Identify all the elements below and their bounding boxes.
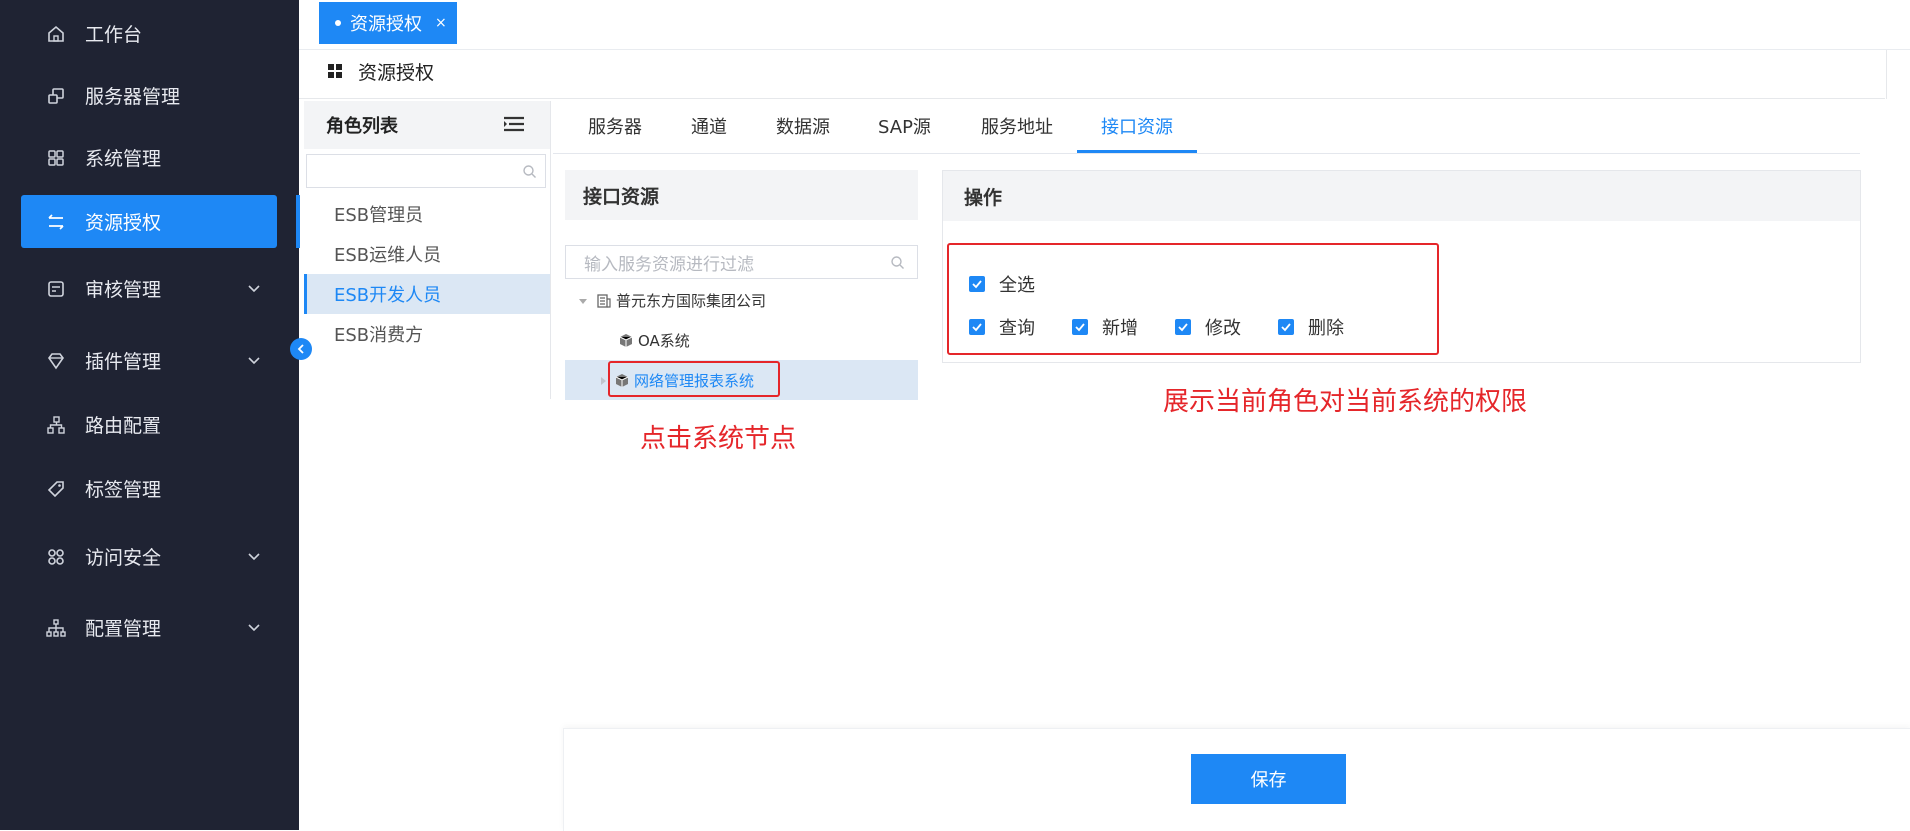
sidebar-item-label: 访问安全: [85, 547, 162, 569]
save-button[interactable]: 保存: [1191, 754, 1346, 804]
panel-title: 接口资源: [583, 185, 660, 208]
sidebar-item-system-management[interactable]: 系统管理: [21, 131, 277, 184]
home-icon: [48, 25, 64, 42]
sidebar-item-label: 审核管理: [85, 279, 162, 301]
chevron-left-icon: [297, 344, 304, 354]
role-label: ESB消费方: [334, 325, 424, 346]
apps-icon: [328, 64, 342, 78]
tab-sap-source[interactable]: SAP源: [878, 101, 931, 151]
role-item[interactable]: ESB运维人员: [304, 234, 550, 274]
search-icon: [523, 165, 536, 178]
chevron-down-icon: [248, 357, 260, 365]
audit-icon: [48, 281, 64, 297]
security-icon: [48, 549, 64, 565]
sidebar-item-label: 资源授权: [85, 212, 162, 234]
tree-node-oa-system[interactable]: OA系统: [618, 330, 690, 351]
tree-node-label: 普元东方国际集团公司: [616, 292, 767, 310]
tab-server[interactable]: 服务器: [588, 101, 642, 151]
sidebar-item-label: 路由配置: [85, 415, 162, 437]
search-icon: [891, 256, 904, 269]
page-title: 资源授权: [358, 61, 435, 84]
tree-node-label: OA系统: [638, 332, 690, 350]
sidebar-item-audit-management[interactable]: 审核管理: [21, 262, 277, 315]
annotation-text: 展示当前角色对当前系统的权限: [1163, 387, 1528, 417]
tab-label: 资源授权: [350, 14, 422, 35]
tag-icon: [47, 481, 64, 498]
active-indicator: [296, 195, 300, 248]
divider: [1886, 50, 1887, 99]
cube-icon: [619, 333, 633, 347]
sidebar-item-label: 工作台: [85, 24, 143, 46]
role-list-panel: 角色列表 ESB管理员 ESB运维人员 ESB开发人员 ESB消费方: [304, 101, 551, 399]
caret-down-icon[interactable]: [578, 296, 588, 306]
chevron-down-icon: [248, 285, 260, 293]
sidebar-item-access-security[interactable]: 访问安全: [21, 530, 277, 583]
sidebar-item-label: 服务器管理: [85, 86, 181, 108]
chevron-down-icon: [248, 553, 260, 561]
building-icon: [597, 293, 611, 308]
role-item[interactable]: ESB管理员: [304, 194, 550, 234]
tab-active-dot: [335, 20, 341, 26]
resource-filter-input[interactable]: 输入服务资源进行过滤: [565, 245, 918, 279]
role-item-selected[interactable]: ESB开发人员: [304, 274, 550, 314]
annotation-highlight-box: [947, 243, 1439, 355]
role-search-input[interactable]: [306, 154, 546, 188]
active-tab-indicator: [1077, 150, 1197, 153]
annotation-highlight-box: [608, 361, 780, 397]
sidebar-item-label: 标签管理: [85, 479, 162, 501]
server-icon: [48, 88, 64, 104]
diamond-icon: [48, 353, 64, 370]
sidebar-item-label: 插件管理: [85, 351, 162, 373]
sidebar-item-config-management[interactable]: 配置管理: [21, 601, 277, 654]
open-tab-resource-authorization[interactable]: 资源授权 ×: [319, 2, 457, 44]
sidebar-item-label: 系统管理: [85, 148, 162, 170]
annotation-text: 点击系统节点: [640, 424, 797, 454]
collapse-sidebar-button[interactable]: [290, 338, 312, 360]
close-icon[interactable]: ×: [435, 15, 447, 31]
panel-title: 操作: [964, 186, 1003, 209]
operations-header: 操作: [943, 171, 1860, 221]
sidebar-item-workbench[interactable]: 工作台: [21, 7, 277, 60]
sidebar-item-tag-management[interactable]: 标签管理: [21, 462, 277, 515]
config-icon: [46, 619, 66, 637]
divider: [299, 98, 1885, 99]
role-item[interactable]: ESB消费方: [304, 314, 550, 354]
tab-channel[interactable]: 通道: [691, 101, 727, 151]
sidebar-item-plugin-management[interactable]: 插件管理: [21, 334, 277, 387]
interface-resource-header: 接口资源: [565, 170, 918, 220]
resource-tabs: 服务器 通道 数据源 SAP源 服务地址 接口资源: [553, 101, 1860, 154]
filter-placeholder: 输入服务资源进行过滤: [584, 254, 754, 275]
chevron-down-icon: [248, 624, 260, 632]
role-list-title: 角色列表: [326, 116, 398, 137]
sidebar-item-label: 配置管理: [85, 618, 162, 640]
role-label: ESB运维人员: [334, 245, 442, 266]
breadcrumb: 资源授权: [326, 55, 434, 87]
menu-toggle-icon[interactable]: [503, 115, 525, 133]
role-label: ESB管理员: [334, 205, 424, 226]
tab-interface-resource[interactable]: 接口资源: [1101, 101, 1173, 151]
sidebar-item-route-config[interactable]: 路由配置: [21, 398, 277, 451]
tab-service-address[interactable]: 服务地址: [981, 101, 1053, 151]
route-icon: [47, 416, 65, 434]
sidebar-item-server-management[interactable]: 服务器管理: [21, 69, 277, 122]
sidebar-item-resource-authorization[interactable]: 资源授权: [21, 195, 277, 248]
role-label: ESB开发人员: [334, 285, 442, 306]
transfer-icon: [48, 214, 64, 230]
role-list-header: 角色列表: [304, 101, 550, 149]
tab-datasource[interactable]: 数据源: [776, 101, 830, 151]
caret-right-icon[interactable]: [598, 376, 608, 386]
tab-bar: 资源授权 ×: [299, 0, 1910, 50]
sidebar: 工作台 服务器管理 系统管理 资源授权 审核管理 插件管理 路由配置 标签管理 …: [0, 0, 299, 830]
grid-icon: [48, 150, 64, 166]
tree-node-root[interactable]: 普元东方国际集团公司: [578, 290, 766, 311]
